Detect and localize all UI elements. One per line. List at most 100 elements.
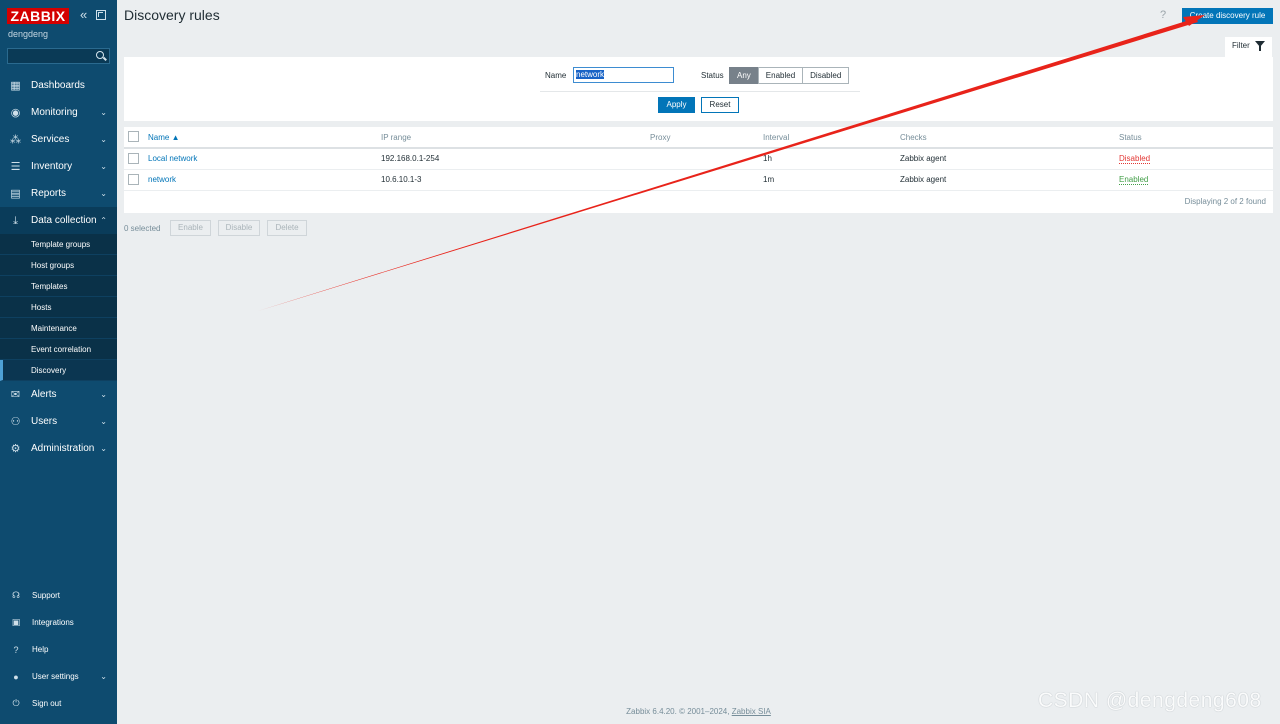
status-segmented-control: Any Enabled Disabled bbox=[729, 67, 850, 84]
menu-item-inventory[interactable]: ☰ Inventory ⌄ bbox=[0, 153, 117, 180]
menu-item-label: User settings bbox=[32, 672, 79, 681]
checks-cell: Zabbix agent bbox=[900, 175, 947, 184]
menu-item-user-settings[interactable]: ● User settings ⌄ bbox=[0, 663, 117, 690]
envelope-icon: ✉ bbox=[10, 388, 21, 401]
chevron-down-icon: ⌄ bbox=[100, 108, 107, 117]
status-option-any[interactable]: Any bbox=[729, 67, 759, 84]
help-icon[interactable]: ? bbox=[1160, 9, 1166, 21]
menu-item-data-collection[interactable]: ⤓ Data collection ⌃ bbox=[0, 207, 117, 234]
menu-item-dashboards[interactable]: ▦ Dashboards bbox=[0, 72, 117, 99]
select-all-checkbox[interactable] bbox=[128, 131, 139, 142]
menu-item-label: Users bbox=[31, 416, 58, 427]
sidebar-search-input[interactable] bbox=[7, 48, 110, 64]
collapse-sidebar-icon[interactable]: « bbox=[80, 8, 91, 21]
status-option-disabled[interactable]: Disabled bbox=[802, 67, 850, 84]
row-checkbox[interactable] bbox=[128, 153, 139, 164]
sidebar: ZABBIX « dengdeng ▦ Dashboards ◉ Monitor… bbox=[0, 0, 117, 724]
displaying-count: Displaying 2 of 2 found bbox=[1184, 197, 1266, 206]
footer-link[interactable]: Zabbix SIA bbox=[732, 707, 771, 716]
checks-cell: Zabbix agent bbox=[900, 154, 947, 163]
watermark: CSDN @dengdeng608 bbox=[1038, 689, 1262, 712]
apply-button[interactable]: Apply bbox=[658, 97, 695, 113]
headset-icon: ☊ bbox=[12, 590, 20, 600]
disable-button[interactable]: Disable bbox=[218, 220, 260, 236]
rule-name-link[interactable]: Local network bbox=[148, 154, 197, 163]
help-icon: ? bbox=[13, 644, 19, 655]
menu-item-integrations[interactable]: ▣ Integrations bbox=[0, 609, 117, 636]
discovery-rules-table: Name ▲ IP range Proxy Interval Checks St… bbox=[124, 127, 1273, 213]
column-header-interval: Interval bbox=[763, 133, 790, 142]
name-filter-value: network bbox=[576, 70, 605, 79]
status-option-enabled[interactable]: Enabled bbox=[757, 67, 804, 84]
column-header-name[interactable]: Name ▲ bbox=[148, 133, 179, 142]
status-toggle-disabled[interactable]: Disabled bbox=[1119, 154, 1151, 164]
submenu-item-template-groups[interactable]: Template groups bbox=[0, 234, 117, 255]
column-header-ip-range: IP range bbox=[381, 133, 412, 142]
page-title: Discovery rules bbox=[124, 7, 220, 23]
download-icon: ⤓ bbox=[13, 214, 18, 227]
dashboard-icon: ▦ bbox=[10, 79, 21, 92]
menu-item-support[interactable]: ☊ Support bbox=[0, 582, 117, 609]
menu-item-label: Services bbox=[31, 134, 70, 145]
services-icon: ⁂ bbox=[10, 133, 21, 146]
name-filter-input[interactable]: network bbox=[573, 67, 674, 83]
filter-tab-label: Filter bbox=[1232, 41, 1250, 50]
eye-icon: ◉ bbox=[10, 106, 21, 119]
kiosk-mode-icon[interactable] bbox=[96, 10, 106, 20]
menu-item-label: Reports bbox=[31, 188, 67, 199]
chevron-down-icon: ⌄ bbox=[100, 444, 107, 453]
column-header-checks: Checks bbox=[900, 133, 927, 142]
delete-button[interactable]: Delete bbox=[267, 220, 307, 236]
submenu-item-discovery[interactable]: Discovery bbox=[0, 360, 117, 381]
ip-range-cell: 192.168.0.1-254 bbox=[381, 154, 440, 163]
row-checkbox[interactable] bbox=[128, 174, 139, 185]
chevron-down-icon: ⌄ bbox=[100, 189, 107, 198]
header-separator bbox=[124, 147, 1273, 149]
menu-item-label: Help bbox=[32, 645, 49, 654]
create-discovery-rule-button[interactable]: Create discovery rule bbox=[1182, 8, 1273, 24]
report-icon: ▤ bbox=[10, 187, 21, 200]
data-collection-submenu: Template groups Host groups Templates Ho… bbox=[0, 234, 117, 381]
gear-icon: ⚙ bbox=[10, 442, 21, 455]
submenu-item-hosts[interactable]: Hosts bbox=[0, 297, 117, 318]
menu-item-label: Support bbox=[32, 591, 61, 600]
row-separator bbox=[124, 169, 1273, 170]
menu-item-users[interactable]: ⚇ Users ⌄ bbox=[0, 408, 117, 435]
interval-cell: 1h bbox=[763, 154, 772, 163]
menu-item-label: Administration bbox=[31, 443, 95, 454]
chevron-down-icon: ⌄ bbox=[100, 417, 107, 426]
selected-count: 0 selected bbox=[124, 224, 161, 233]
status-toggle-enabled[interactable]: Enabled bbox=[1119, 175, 1149, 185]
submenu-item-event-correlation[interactable]: Event correlation bbox=[0, 339, 117, 360]
submenu-item-templates[interactable]: Templates bbox=[0, 276, 117, 297]
zabbix-logo[interactable]: ZABBIX bbox=[7, 8, 69, 24]
filter-divider bbox=[540, 91, 860, 92]
menu-item-help[interactable]: ? Help bbox=[0, 636, 117, 663]
search-icon[interactable] bbox=[96, 51, 104, 59]
integrations-icon: ▣ bbox=[11, 617, 21, 627]
menu-item-alerts[interactable]: ✉ Alerts ⌄ bbox=[0, 381, 117, 408]
ip-range-cell: 10.6.10.1-3 bbox=[381, 175, 422, 184]
filter-tab[interactable]: Filter bbox=[1225, 37, 1272, 58]
menu-item-administration[interactable]: ⚙ Administration ⌄ bbox=[0, 435, 117, 462]
menu-item-label: Integrations bbox=[32, 618, 74, 627]
submenu-item-maintenance[interactable]: Maintenance bbox=[0, 318, 117, 339]
name-filter-label: Name bbox=[545, 71, 567, 80]
enable-button[interactable]: Enable bbox=[170, 220, 211, 236]
menu-item-label: Alerts bbox=[31, 389, 57, 400]
reset-button[interactable]: Reset bbox=[701, 97, 739, 113]
menu-item-monitoring[interactable]: ◉ Monitoring ⌄ bbox=[0, 99, 117, 126]
menu-item-label: Data collection bbox=[31, 215, 97, 226]
menu-item-reports[interactable]: ▤ Reports ⌄ bbox=[0, 180, 117, 207]
submenu-item-host-groups[interactable]: Host groups bbox=[0, 255, 117, 276]
chevron-up-icon: ⌃ bbox=[100, 216, 107, 225]
main-menu: ▦ Dashboards ◉ Monitoring ⌄ ⁂ Services ⌄… bbox=[0, 72, 117, 462]
bottom-menu: ☊ Support ▣ Integrations ? Help ● User s… bbox=[0, 582, 117, 717]
chevron-down-icon: ⌄ bbox=[100, 390, 107, 399]
rule-name-link[interactable]: network bbox=[148, 175, 176, 184]
chevron-down-icon: ⌄ bbox=[100, 135, 107, 144]
column-header-status: Status bbox=[1119, 133, 1142, 142]
menu-item-services[interactable]: ⁂ Services ⌄ bbox=[0, 126, 117, 153]
menu-item-label: Dashboards bbox=[31, 80, 85, 91]
row-separator bbox=[124, 190, 1273, 191]
